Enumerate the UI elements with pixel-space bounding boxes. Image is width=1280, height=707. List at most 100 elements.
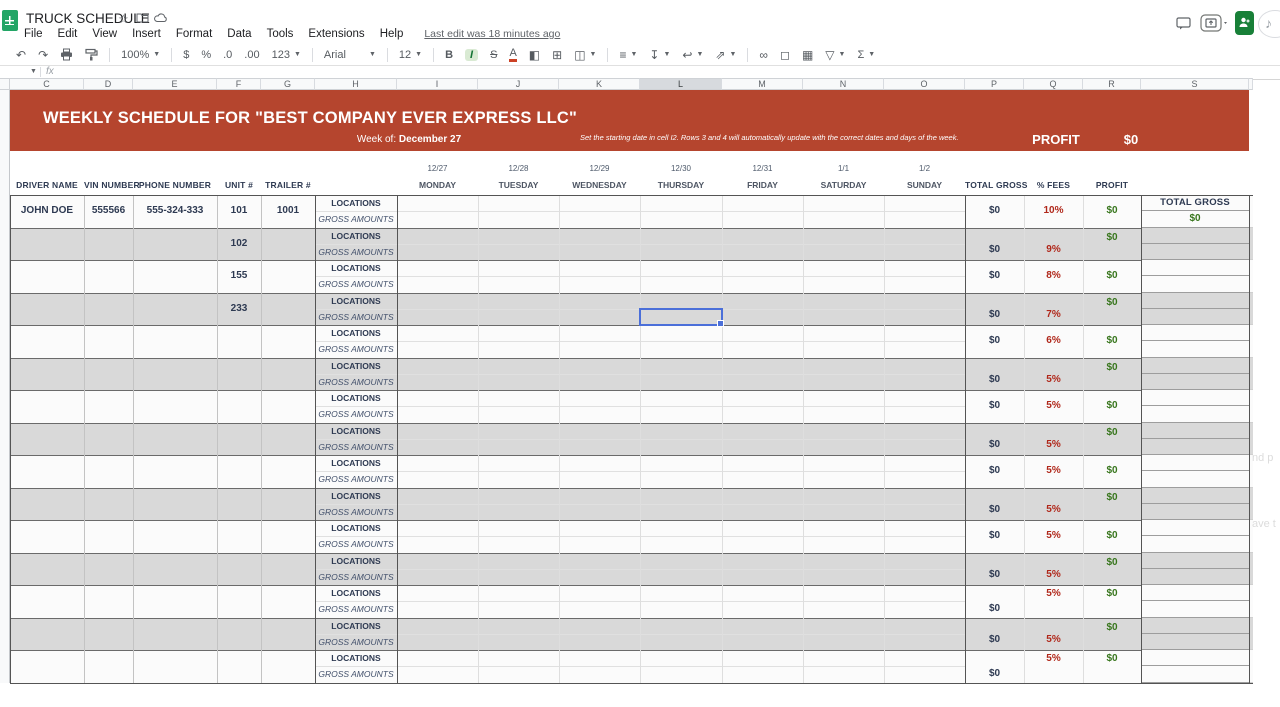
cell-right-total-gross-empty[interactable]	[1141, 536, 1249, 552]
cell-total-gross: $0	[965, 455, 1024, 488]
cell-profit: $0	[1083, 295, 1141, 310]
cell-fees-percent: 7%	[1024, 307, 1083, 322]
column-header-G[interactable]: G	[261, 78, 315, 90]
grid-corner[interactable]	[0, 78, 10, 90]
cell-right-total-gross-empty[interactable]	[1141, 406, 1249, 422]
cell-right-total-gross-empty[interactable]	[1141, 650, 1249, 666]
cell-locations-label: LOCATIONS	[315, 455, 397, 471]
gridline	[10, 650, 1249, 651]
cell-right-total-gross-empty[interactable]	[1141, 276, 1249, 292]
cell-right-total-gross-empty[interactable]	[1141, 325, 1249, 341]
cell-right-total-gross-empty[interactable]	[1141, 309, 1249, 325]
header--fees: % FEES	[1024, 178, 1083, 192]
cell-gross-amounts-label: GROSS AMOUNTS	[315, 439, 397, 455]
gridline	[10, 423, 1249, 424]
gridline	[1141, 195, 1142, 683]
cell-driver-name: JOHN DOE	[10, 195, 84, 228]
column-header-P[interactable]: P	[965, 78, 1024, 90]
cell-right-total-gross-empty[interactable]	[1141, 569, 1249, 585]
column-header-N[interactable]: N	[803, 78, 884, 90]
cell-right-total-gross-empty[interactable]	[1141, 585, 1249, 601]
column-header-K[interactable]: K	[559, 78, 640, 90]
cell-right-total-gross-empty[interactable]	[1141, 228, 1249, 244]
column-header-I[interactable]: I	[397, 78, 478, 90]
column-header-E[interactable]: E	[133, 78, 217, 90]
week-of-label: Week of:	[357, 134, 396, 145]
cell-locations-label: LOCATIONS	[315, 358, 397, 374]
cell-right-total-gross-empty[interactable]	[1141, 244, 1249, 260]
selection-fill-handle[interactable]	[717, 320, 724, 327]
column-header-D[interactable]: D	[84, 78, 133, 90]
cell-profit: $0	[1083, 390, 1141, 423]
column-header-F[interactable]: F	[217, 78, 261, 90]
cell-right-total-gross-empty[interactable]	[1141, 455, 1249, 471]
column-header-S[interactable]: S	[1141, 78, 1249, 90]
cell-right-total-gross-empty[interactable]	[1141, 374, 1249, 390]
cell-fees-percent: 5%	[1024, 502, 1083, 517]
column-header-J[interactable]: J	[478, 78, 559, 90]
cell-right-total-gross-empty[interactable]	[1141, 504, 1249, 520]
cell-right-total-gross-empty[interactable]	[1141, 358, 1249, 374]
cell-total-gross: $0	[965, 520, 1024, 553]
cell-right-total-gross-empty[interactable]	[1141, 618, 1249, 634]
column-header-H[interactable]: H	[315, 78, 397, 90]
column-header-O[interactable]: O	[884, 78, 965, 90]
cell-right-total-gross-empty[interactable]	[1141, 601, 1249, 617]
cell-profit: $0	[1083, 195, 1141, 228]
cell-right-total-gross-empty[interactable]	[1141, 423, 1249, 439]
cell-unit-number: 101	[217, 195, 261, 228]
cell-right-total-gross-empty[interactable]	[1141, 488, 1249, 504]
column-header-M[interactable]: M	[722, 78, 803, 90]
cell-right-total-gross-empty[interactable]	[1141, 666, 1249, 682]
cell-profit: $0	[1083, 620, 1141, 635]
cell-right-total-gross-empty[interactable]	[1141, 471, 1249, 487]
cell-locations-label: LOCATIONS	[315, 195, 397, 211]
cell-vin-number: 555566	[84, 195, 133, 228]
gridline	[803, 195, 804, 683]
row-header-strip[interactable]	[0, 90, 10, 683]
gridline	[10, 488, 1249, 489]
header-driver-name: DRIVER NAME	[10, 178, 84, 192]
column-header-L[interactable]: L	[640, 78, 722, 90]
gridline	[10, 195, 11, 683]
cell-gross-amounts-label: GROSS AMOUNTS	[315, 406, 397, 422]
column-header-R[interactable]: R	[1083, 78, 1141, 90]
cell-locations-label: LOCATIONS	[315, 585, 397, 601]
cell-total-gross: $0	[965, 372, 1024, 387]
gridline	[217, 195, 218, 683]
cell-gross-amounts-label: GROSS AMOUNTS	[315, 374, 397, 390]
header-day-tuesday: TUESDAY	[478, 178, 559, 192]
selected-cell[interactable]	[639, 308, 723, 326]
cell-fees-percent: 9%	[1024, 242, 1083, 257]
cell-gross-amounts-label: GROSS AMOUNTS	[315, 471, 397, 487]
cell-profit: $0	[1083, 586, 1141, 601]
cell-right-total-gross-empty[interactable]	[1141, 634, 1249, 650]
column-header-sliver	[1249, 78, 1253, 90]
cell-gross-amounts-label: GROSS AMOUNTS	[315, 244, 397, 260]
gridline	[10, 358, 1249, 359]
cell-right-total-gross-empty[interactable]	[1141, 390, 1249, 406]
column-header-Q[interactable]: Q	[1024, 78, 1083, 90]
cell-right-total-gross-empty[interactable]	[1141, 260, 1249, 276]
cell-profit: $0	[1083, 490, 1141, 505]
cell-right-total-gross-empty[interactable]	[1141, 520, 1249, 536]
gridline	[10, 228, 1249, 229]
cell-right-total-gross-header[interactable]: TOTAL GROSS	[1141, 195, 1249, 211]
cell-total-gross: $0	[965, 325, 1024, 358]
gridline	[133, 195, 134, 683]
cell-unit-number: 155	[217, 260, 261, 293]
gridline	[1249, 195, 1250, 683]
column-header-C[interactable]: C	[10, 78, 84, 90]
gridline	[10, 455, 1249, 456]
cell-right-total-gross-empty[interactable]	[1141, 293, 1249, 309]
cell-total-gross: $0	[965, 390, 1024, 423]
gridline	[1083, 195, 1084, 683]
cell-locations-label: LOCATIONS	[315, 325, 397, 341]
cell-right-total-gross-empty[interactable]	[1141, 341, 1249, 357]
banner-profit-label: PROFIT	[1014, 131, 1098, 149]
cell-right-total-gross-value[interactable]: $0	[1141, 211, 1249, 227]
cell-gross-amounts-label: GROSS AMOUNTS	[315, 211, 397, 227]
cell-right-total-gross-empty[interactable]	[1141, 553, 1249, 569]
cell-right-total-gross-empty[interactable]	[1141, 439, 1249, 455]
gridline	[722, 195, 723, 683]
